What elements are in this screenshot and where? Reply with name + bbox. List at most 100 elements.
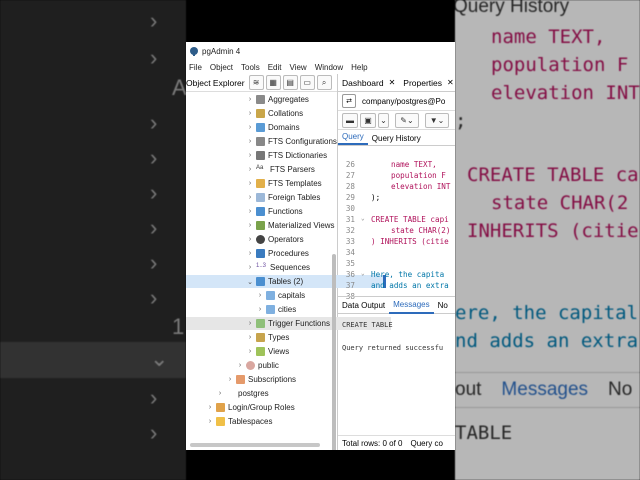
close-icon[interactable]: ✕ xyxy=(447,78,454,87)
tree-label: postgres xyxy=(238,389,269,398)
line-number: 29 xyxy=(345,193,355,202)
tree-label: Aggregates xyxy=(268,95,309,104)
tree-item-sequences[interactable]: › 1..3 Sequences xyxy=(246,261,310,274)
chevron-right-icon[interactable]: › xyxy=(246,96,254,103)
chevron-right-icon[interactable]: › xyxy=(246,180,254,187)
menu-window[interactable]: Window xyxy=(315,63,343,72)
query-status: Query co xyxy=(410,438,443,448)
tree-item-cities[interactable]: › cities xyxy=(256,303,296,316)
chevron-right-icon[interactable]: › xyxy=(246,138,254,145)
tab-data-output[interactable]: Data Output xyxy=(338,298,389,313)
chevron-right-icon[interactable]: › xyxy=(206,404,214,411)
menu-help[interactable]: Help xyxy=(351,63,367,72)
query-tool-icon[interactable]: ≋ xyxy=(248,75,264,90)
tree-item-operators[interactable]: › Operators xyxy=(246,233,304,246)
filter-icon[interactable]: ▼⌄ xyxy=(425,112,449,128)
chevron-right-icon[interactable]: › xyxy=(256,306,264,313)
search-icon[interactable]: ⌕ xyxy=(316,75,332,90)
terminal-icon[interactable]: ▭ xyxy=(299,75,315,90)
tab-query[interactable]: Query xyxy=(338,132,368,145)
fold-icon[interactable]: ⌄ xyxy=(361,215,365,222)
tree-item-fts-parsers[interactable]: › Aa FTS Parsers xyxy=(246,163,315,176)
explorer-scrollbar[interactable] xyxy=(332,254,336,450)
open-file-icon[interactable]: ▬ xyxy=(342,112,358,128)
chevron-right-icon[interactable]: › xyxy=(246,236,254,243)
chevron-right-icon[interactable]: › xyxy=(246,334,254,341)
chevron-right-icon[interactable]: › xyxy=(226,376,234,383)
chevron-right-icon[interactable]: › xyxy=(246,110,254,117)
chevron-down-icon[interactable]: ⌄ xyxy=(378,112,389,128)
tree-item-aggregates[interactable]: › Aggregates xyxy=(246,93,309,106)
close-icon[interactable]: ✕ xyxy=(389,78,396,87)
tree-item-procedures[interactable]: › Procedures xyxy=(246,247,309,260)
message-line: Query returned successfu xyxy=(342,344,444,352)
tree-item-fts-templates[interactable]: › FTS Templates xyxy=(246,177,322,190)
tab-notifications[interactable]: No xyxy=(434,298,452,313)
tree-item-collations[interactable]: › Collations xyxy=(246,107,303,120)
chevron-right-icon[interactable]: › xyxy=(246,264,254,271)
chevron-right-icon[interactable]: › xyxy=(256,292,264,299)
results-panel: Data Output Messages No CREATE TABLE Que… xyxy=(338,296,455,450)
tree-label: Tables (2) xyxy=(268,277,304,286)
chevron-right-icon[interactable]: › xyxy=(246,152,254,159)
chevron-down-icon[interactable]: ⌄ xyxy=(246,278,254,286)
tree-item-capitals[interactable]: › capitals xyxy=(256,289,305,302)
tab-dashboard[interactable]: Dashboard ✕ xyxy=(338,78,399,88)
tree-item-foreign-tables[interactable]: › Foreign Tables xyxy=(246,191,320,204)
save-icon[interactable]: ▣ xyxy=(360,112,376,128)
tree-label: Trigger Functions xyxy=(268,319,330,328)
chevron-right-icon[interactable]: › xyxy=(246,222,254,229)
chevron-right-icon[interactable]: › xyxy=(246,348,254,355)
tab-messages[interactable]: Messages xyxy=(389,297,434,314)
tree-item-tablespaces[interactable]: › Tablespaces xyxy=(206,415,272,428)
bg-tab: Messages xyxy=(501,379,589,400)
tab-properties[interactable]: Properties ✕ xyxy=(399,78,455,88)
tree-item-types[interactable]: › Types xyxy=(246,331,289,344)
tree-label: Materialized Views xyxy=(268,221,335,230)
tree-item-public[interactable]: › public xyxy=(236,359,279,372)
chevron-right-icon[interactable]: › xyxy=(246,320,254,327)
tree-item-fts-configurations[interactable]: › FTS Configurations xyxy=(246,135,337,148)
chevron-right-icon[interactable]: › xyxy=(246,250,254,257)
tab-query-history[interactable]: Query History xyxy=(368,134,425,145)
line-number: 27 xyxy=(345,171,355,180)
bg-chevron: ⌄ xyxy=(150,346,169,371)
tree-item-functions[interactable]: › Functions xyxy=(246,205,303,218)
explorer-horizontal-scrollbar[interactable] xyxy=(190,443,320,447)
connection-label[interactable]: company/postgres@Po xyxy=(362,97,445,106)
chevron-right-icon[interactable]: › xyxy=(246,208,254,215)
chevron-right-icon[interactable]: › xyxy=(246,166,254,173)
chevron-right-icon[interactable]: › xyxy=(236,362,244,369)
menu-edit[interactable]: Edit xyxy=(268,63,282,72)
tree-item-views[interactable]: › Views xyxy=(246,345,289,358)
database-icon xyxy=(226,389,235,398)
tree-item-login-group-roles[interactable]: › Login/Group Roles xyxy=(206,401,295,414)
tree-item-domains[interactable]: › Domains xyxy=(246,121,300,134)
connection-icon[interactable]: ⇄ xyxy=(342,94,356,108)
tree-item-fts-dictionaries[interactable]: › FTS Dictionaries xyxy=(246,149,327,162)
tree-item-subscriptions[interactable]: › Subscriptions xyxy=(226,373,296,386)
procedure-icon xyxy=(256,249,265,258)
chevron-right-icon[interactable]: › xyxy=(246,124,254,131)
code-line: ) INHERITS (citie xyxy=(371,237,449,246)
message-line: CREATE TABLE xyxy=(342,321,393,329)
view-data-icon[interactable]: ▦ xyxy=(265,75,281,90)
bg-code-line: population F xyxy=(491,54,629,76)
tables-icon xyxy=(256,277,265,286)
tree-item-postgres[interactable]: › postgres xyxy=(216,387,269,400)
pgadmin-window: pgAdmin 4 File Object Tools Edit View Wi… xyxy=(186,42,455,450)
chevron-right-icon[interactable]: › xyxy=(206,418,214,425)
chevron-right-icon[interactable]: › xyxy=(246,194,254,201)
menu-view[interactable]: View xyxy=(290,63,307,72)
tree-label: cities xyxy=(278,305,297,314)
menu-file[interactable]: File xyxy=(189,63,202,72)
sql-editor[interactable]: 26 name TEXT, 27 population F 28 elevati… xyxy=(338,160,455,300)
menu-tools[interactable]: Tools xyxy=(241,63,260,72)
edit-pencil-icon[interactable]: ✎⌄ xyxy=(395,112,419,128)
tree-item-materialized-views[interactable]: › Materialized Views xyxy=(246,219,335,232)
tree-label: FTS Configurations xyxy=(268,137,337,146)
menu-object[interactable]: Object xyxy=(210,63,233,72)
filter-rows-icon[interactable]: ▤ xyxy=(282,75,298,90)
chevron-right-icon[interactable]: › xyxy=(216,390,224,397)
fold-icon[interactable]: ⌄ xyxy=(361,270,365,277)
